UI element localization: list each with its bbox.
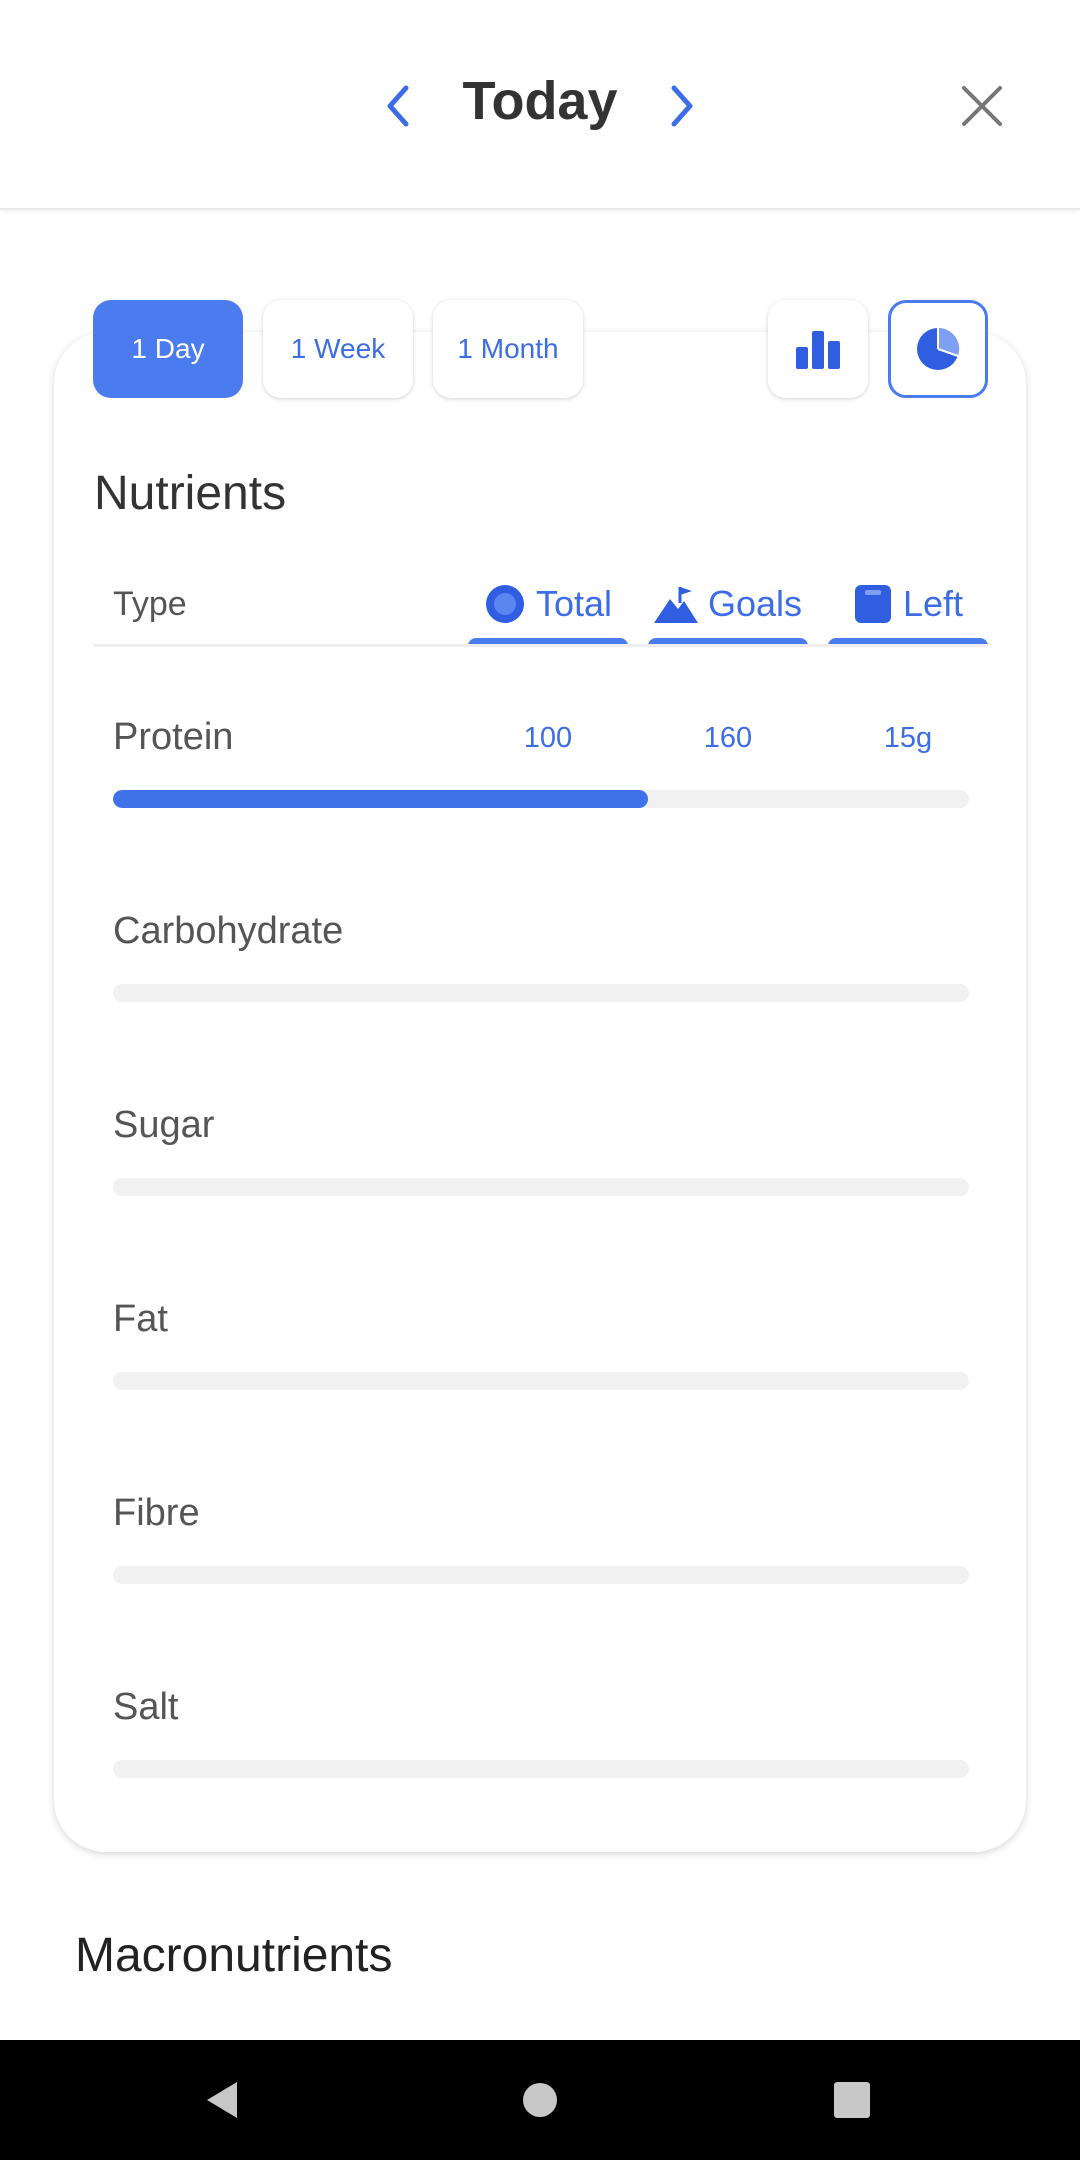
nutrient-row-carbohydrate[interactable]: Carbohydrate (113, 910, 969, 1040)
progress-track (113, 790, 969, 808)
bar-chart-view-button[interactable] (768, 300, 868, 398)
type-column-label: Type (113, 585, 187, 623)
nutrient-row-protein[interactable]: Protein 100 160 15g (113, 716, 969, 846)
nutrient-row-salt[interactable]: Salt (113, 1686, 969, 1816)
progress-track (113, 1566, 969, 1584)
goal-value: 160 (703, 722, 753, 754)
range-tab-1-week[interactable]: 1 Week (263, 300, 413, 398)
nutrient-label: Sugar (113, 1104, 215, 1146)
range-tab-1-month[interactable]: 1 Month (433, 300, 583, 398)
left-value: 15g (883, 722, 933, 754)
top-bar: Today (0, 0, 1080, 210)
total-value: 100 (523, 722, 573, 754)
home-button[interactable] (510, 2070, 570, 2130)
nutrient-row-fat[interactable]: Fat (113, 1298, 969, 1428)
header-divider (94, 644, 988, 647)
close-button[interactable] (952, 76, 1012, 136)
next-day-button[interactable] (652, 76, 712, 136)
back-button[interactable] (195, 2070, 255, 2130)
progress-track (113, 984, 969, 1002)
progress-track (113, 1760, 969, 1778)
system-navigation-bar (0, 2040, 1080, 2160)
nutrient-label: Protein (113, 716, 234, 758)
home-circle-icon (523, 2083, 557, 2117)
macronutrients-heading: Macronutrients (75, 1929, 393, 1982)
nutrient-label: Fat (113, 1298, 168, 1340)
total-column-tab[interactable]: Total (468, 568, 628, 646)
total-column-label: Total (535, 583, 613, 624)
nutrients-card (54, 332, 1026, 1852)
back-triangle-icon (207, 2082, 237, 2118)
pie-chart-view-button[interactable] (888, 300, 988, 398)
left-column-label: Left (902, 583, 964, 624)
pie-chart-icon (917, 327, 960, 370)
nutrient-row-fibre[interactable]: Fibre (113, 1492, 969, 1622)
goals-column-tab[interactable]: Goals (648, 568, 808, 646)
recents-button[interactable] (822, 2070, 882, 2130)
left-column-tab[interactable]: Left (828, 568, 988, 646)
nutrient-row-sugar[interactable]: Sugar (113, 1104, 969, 1234)
bar-chart-icon (796, 331, 840, 369)
goals-column-label: Goals (707, 583, 803, 624)
nutrient-label: Salt (113, 1686, 179, 1728)
nutrient-label: Fibre (113, 1492, 200, 1534)
close-icon (962, 86, 1002, 126)
range-tab-1-day[interactable]: 1 Day (93, 300, 243, 398)
total-icon (485, 585, 524, 623)
left-scale-icon (854, 585, 891, 623)
nutrient-label: Carbohydrate (113, 910, 344, 952)
chevron-right-icon (671, 85, 693, 127)
recents-square-icon (834, 2082, 870, 2118)
goals-mountain-flag-icon (653, 587, 698, 623)
progress-fill (113, 790, 648, 808)
nutrients-heading: Nutrients (94, 467, 287, 520)
progress-track (113, 1372, 969, 1390)
progress-track (113, 1178, 969, 1196)
